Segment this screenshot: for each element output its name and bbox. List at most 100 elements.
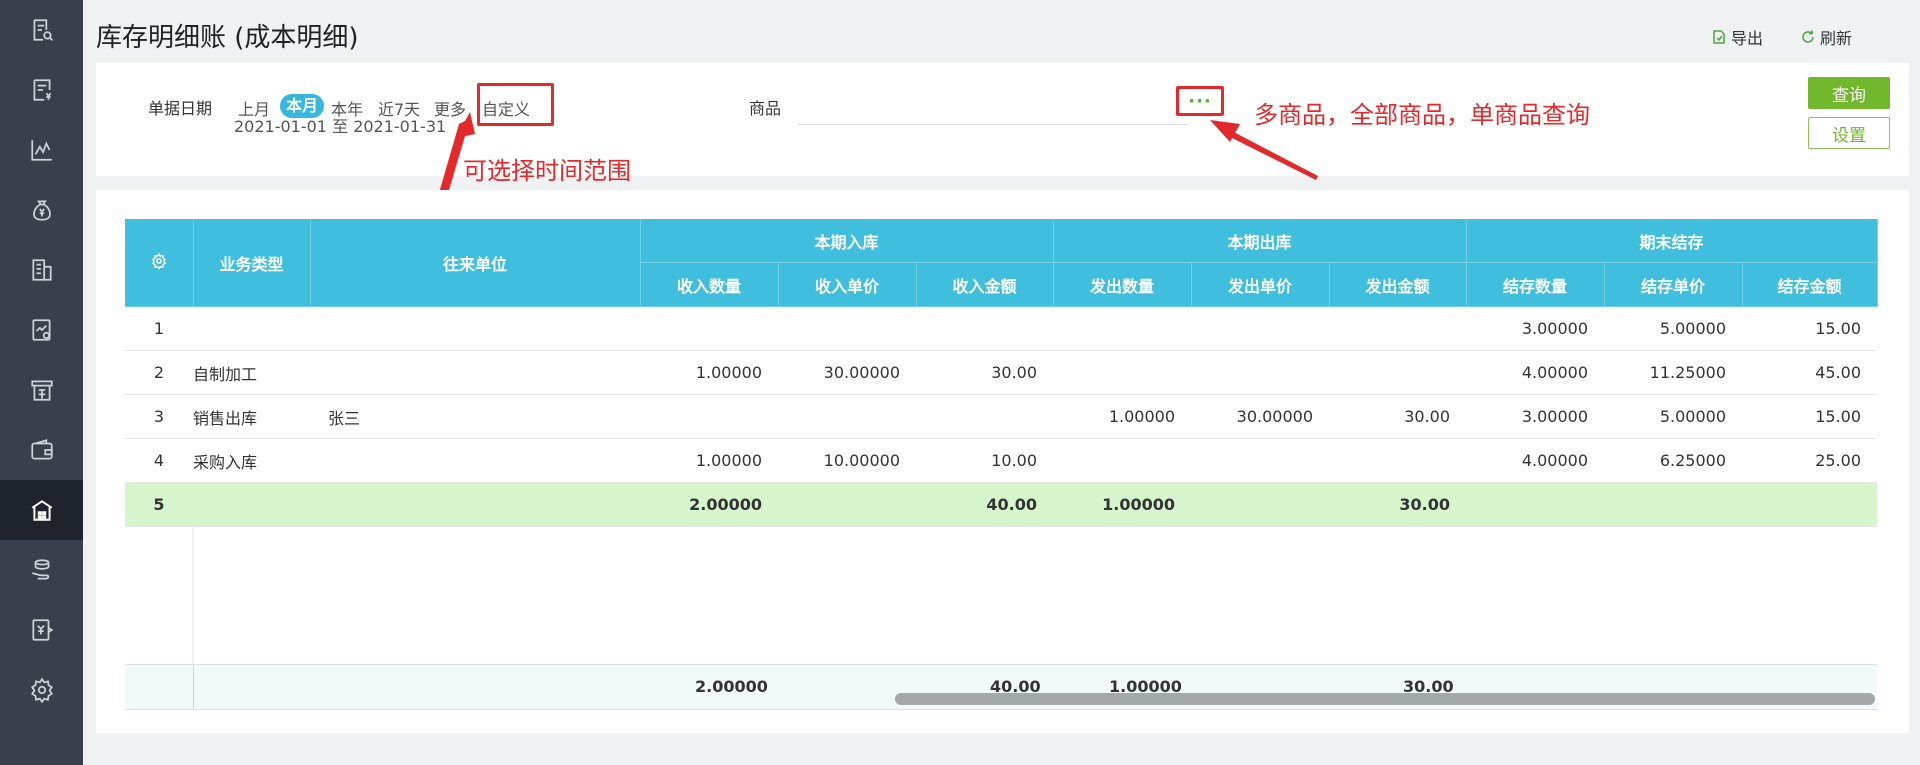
- header-partner[interactable]: 往来单位: [310, 219, 641, 307]
- cell-biz-type: 销售出库: [193, 394, 310, 439]
- table-row[interactable]: 4 采购入库 1.00000 10.00000 10.00 4.00000 6.…: [125, 438, 1877, 483]
- cell-in-amount: [916, 306, 1053, 351]
- table-row-summary[interactable]: 5 2.00000 40.00 1.00000 30.00: [125, 482, 1877, 527]
- cell-out-amount: [1329, 350, 1466, 395]
- sidebar-item-document-search[interactable]: [0, 0, 83, 60]
- buildings-icon: [31, 259, 52, 281]
- cell-in-amount: 10.00: [916, 438, 1053, 483]
- cell-biz-type: 采购入库: [193, 438, 310, 483]
- table-row[interactable]: 3 销售出库 张三 1.00000 30.00000 30.00 3.00000…: [125, 394, 1877, 439]
- cell-in-amount: 40.00: [916, 482, 1053, 527]
- product-filter-label: 商品: [749, 99, 782, 118]
- annotation-product-query: 多商品，全部商品，单商品查询: [1254, 101, 1590, 129]
- export-icon: [1713, 30, 1725, 44]
- cell-in-amount: 30.00: [916, 350, 1053, 395]
- cell-out-amount: 30.00: [1329, 482, 1466, 527]
- cell-end-price: 6.25000: [1604, 438, 1742, 483]
- annotation-time-range: 可选择时间范围: [463, 157, 631, 185]
- cell-out-price: [1191, 350, 1329, 395]
- column-settings-icon: [151, 252, 166, 270]
- cell-out-amount: 30.00: [1329, 394, 1466, 439]
- cell-in-price: 30.00000: [778, 350, 916, 395]
- header-out-amount[interactable]: 发出金额: [1329, 262, 1467, 307]
- cell-in-price: [778, 306, 916, 351]
- settings-icon: [30, 677, 53, 703]
- header-out-price[interactable]: 发出单价: [1191, 262, 1330, 307]
- storefront-icon: [30, 380, 53, 401]
- sidebar-item-voucher[interactable]: [0, 600, 83, 660]
- sidebar-item-storefront[interactable]: [0, 360, 83, 420]
- date-separator: 至: [332, 117, 349, 136]
- cell-out-price: [1191, 482, 1329, 527]
- cell-end-price: 11.25000: [1604, 350, 1742, 395]
- footer-in-qty: 2.00000: [695, 677, 768, 696]
- header-end-qty[interactable]: 结存数量: [1466, 262, 1605, 307]
- table-row[interactable]: 1 3.00000 5.00000 15.00: [125, 306, 1877, 351]
- cell-end-qty: 3.00000: [1466, 306, 1604, 351]
- cell-in-qty: [640, 394, 778, 439]
- header-biz-type[interactable]: 业务类型: [193, 219, 311, 307]
- product-select-more-button[interactable]: ···: [1176, 86, 1224, 116]
- cell-out-amount: [1329, 438, 1466, 483]
- report-chart-icon: [31, 319, 50, 341]
- row-index: 4: [125, 438, 193, 483]
- settings-button[interactable]: 设置: [1808, 117, 1890, 149]
- date-filter-label: 单据日期: [148, 99, 213, 118]
- cell-end-amount: 25.00: [1742, 438, 1877, 483]
- row-index: 3: [125, 394, 193, 439]
- cell-in-qty: 1.00000: [640, 350, 778, 395]
- export-button[interactable]: 导出: [1711, 25, 1763, 49]
- query-button[interactable]: 查询: [1808, 77, 1890, 109]
- frozen-column-divider: [192, 526, 194, 664]
- sidebar-item-warehouse[interactable]: [0, 480, 83, 540]
- sidebar-item-coins-hand[interactable]: [0, 540, 83, 600]
- cell-in-qty: [640, 306, 778, 351]
- cell-end-qty: [1466, 482, 1604, 527]
- cell-in-qty: 2.00000: [640, 482, 778, 527]
- cell-partner: [310, 482, 640, 527]
- cell-in-price: 10.00000: [778, 438, 916, 483]
- header-out-qty[interactable]: 发出数量: [1053, 262, 1192, 307]
- sidebar-item-line-chart[interactable]: [0, 120, 83, 180]
- row-index: 5: [125, 482, 193, 527]
- cell-partner: [310, 350, 640, 395]
- cell-out-price: 30.00000: [1191, 394, 1329, 439]
- cell-biz-type: 自制加工: [193, 350, 310, 395]
- header-in-qty[interactable]: 收入数量: [640, 262, 779, 307]
- product-input[interactable]: [798, 98, 1188, 125]
- sidebar-item-settings[interactable]: [0, 660, 83, 720]
- cell-out-price: [1191, 306, 1329, 351]
- cell-biz-type: [193, 306, 310, 351]
- cell-out-qty: 1.00000: [1053, 394, 1191, 439]
- horizontal-scrollbar[interactable]: [895, 693, 1875, 705]
- table-row[interactable]: 2 自制加工 1.00000 30.00000 30.00 4.00000 11…: [125, 350, 1877, 395]
- refresh-button[interactable]: 刷新: [1800, 25, 1852, 49]
- sidebar-item-invoice[interactable]: [0, 60, 83, 120]
- date-range-display: 2021-01-01 至 2021-01-31: [234, 113, 446, 137]
- column-settings-header[interactable]: [125, 219, 194, 307]
- cell-in-qty: 1.00000: [640, 438, 778, 483]
- header-end-price[interactable]: 结存单价: [1604, 262, 1743, 307]
- sidebar-item-wallet[interactable]: [0, 420, 83, 480]
- date-to: 2021-01-31: [353, 117, 447, 136]
- header-in-price[interactable]: 收入单价: [778, 262, 917, 307]
- sidebar-item-buildings[interactable]: [0, 240, 83, 300]
- row-index: 1: [125, 306, 193, 351]
- sidebar-item-money-bag[interactable]: [0, 180, 83, 240]
- cell-end-qty: 4.00000: [1466, 350, 1604, 395]
- export-label: 导出: [1731, 29, 1764, 48]
- inventory-ledger-table: 业务类型 往来单位 本期入库 本期出库 期末结存 收入数量 收入单价 收入金额 …: [125, 219, 1878, 527]
- annotation-box-custom-range: [477, 83, 554, 126]
- sidebar: [0, 0, 83, 765]
- refresh-label: 刷新: [1820, 29, 1853, 48]
- cell-end-amount: 45.00: [1742, 350, 1877, 395]
- header-group-out: 本期出库: [1053, 219, 1467, 263]
- sidebar-item-report-chart[interactable]: [0, 300, 83, 360]
- cell-end-qty: 3.00000: [1466, 394, 1604, 439]
- header-end-amount[interactable]: 结存金额: [1742, 262, 1878, 307]
- row-index: 2: [125, 350, 193, 395]
- cell-end-amount: 15.00: [1742, 394, 1877, 439]
- voucher-icon: [31, 619, 53, 641]
- header-in-amount[interactable]: 收入金额: [916, 262, 1054, 307]
- header-group-end: 期末结存: [1466, 219, 1878, 263]
